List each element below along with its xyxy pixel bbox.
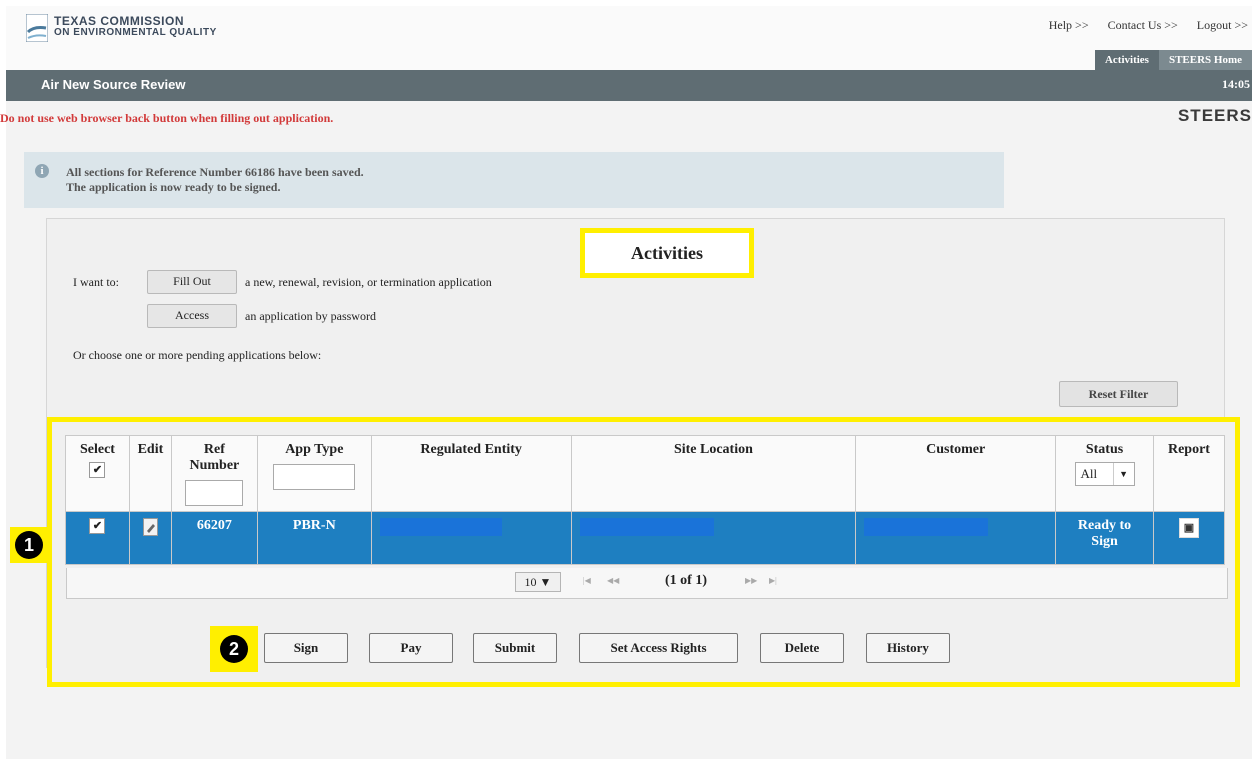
redacted-block bbox=[379, 518, 502, 536]
col-report: Report bbox=[1152, 435, 1226, 512]
col-select: Select ✔ bbox=[65, 435, 130, 512]
col-report-label: Report bbox=[1167, 442, 1210, 457]
callout-1-highlight: 1 bbox=[10, 527, 48, 563]
fill-out-description: a new, renewal, revision, or termination… bbox=[245, 275, 492, 289]
site-header: TEXAS COMMISSION ON ENVIRONMENTAL QUALIT… bbox=[6, 6, 1252, 71]
status-filter-select[interactable]: All ▼ bbox=[1074, 462, 1135, 486]
access-button[interactable]: Access bbox=[147, 304, 237, 328]
page-info: (1 of 1) bbox=[665, 573, 707, 588]
col-edit-label: Edit bbox=[137, 442, 164, 457]
row-status-line2: Sign bbox=[1091, 534, 1118, 549]
row-regulated-entity bbox=[370, 511, 572, 565]
set-access-rights-button[interactable]: Set Access Rights bbox=[579, 633, 738, 663]
activities-heading: Activities bbox=[580, 228, 754, 278]
row-app-type: PBR-N bbox=[256, 511, 372, 565]
reset-filter-button[interactable]: Reset Filter bbox=[1059, 381, 1178, 407]
info-message: i All sections for Reference Number 6618… bbox=[24, 152, 1004, 208]
col-customer-label: Customer bbox=[926, 442, 986, 457]
row-select-cell: ✔ bbox=[65, 511, 130, 565]
tab-steers-home[interactable]: STEERS Home bbox=[1158, 50, 1252, 70]
table-row[interactable]: ✔ 66207 PBR-N Ready to Sign ▣ bbox=[65, 511, 1226, 565]
redacted-block bbox=[864, 518, 989, 536]
col-site-location-label: Site Location bbox=[673, 442, 753, 457]
col-select-label: Select bbox=[79, 442, 115, 457]
status-filter-value: All bbox=[1080, 466, 1098, 481]
clock-time: 14:05 bbox=[1222, 77, 1250, 91]
row-select-checkbox[interactable]: ✔ bbox=[89, 518, 106, 534]
redacted-block bbox=[579, 518, 714, 536]
row-edit-cell bbox=[128, 511, 172, 565]
chevron-down-icon: ▼ bbox=[1112, 463, 1134, 485]
logout-link[interactable]: Logout >> bbox=[1197, 18, 1248, 32]
last-page-icon[interactable]: ▶| bbox=[769, 576, 777, 585]
agency-name-line1: TEXAS COMMISSION bbox=[54, 14, 185, 28]
submit-button[interactable]: Submit bbox=[473, 633, 557, 663]
col-regulated-entity-label: Regulated Entity bbox=[420, 442, 522, 457]
col-ref-number: Ref Number bbox=[170, 435, 258, 512]
contact-us-link[interactable]: Contact Us >> bbox=[1108, 18, 1178, 32]
access-description: an application by password bbox=[245, 309, 376, 323]
main-tabs: Activities STEERS Home bbox=[1087, 50, 1252, 70]
edit-icon[interactable] bbox=[142, 518, 158, 536]
agency-name: TEXAS COMMISSION ON ENVIRONMENTAL QUALIT… bbox=[54, 14, 217, 38]
row-report-cell: ▣ bbox=[1152, 511, 1226, 565]
row-status-line1: Ready to bbox=[1077, 518, 1132, 533]
col-customer: Customer bbox=[855, 435, 1057, 512]
col-regulated-entity: Regulated Entity bbox=[370, 435, 572, 512]
next-page-icon[interactable]: ▶▶ bbox=[745, 576, 757, 585]
table-pager: 10 ▼ |◀ ◀◀ (1 of 1) ▶▶ ▶| bbox=[66, 568, 1228, 599]
col-ref-number-label: Ref Number bbox=[189, 442, 240, 473]
choose-pending-text: Or choose one or more pending applicatio… bbox=[73, 348, 322, 362]
col-edit: Edit bbox=[128, 435, 172, 512]
tceq-logo-icon bbox=[26, 14, 48, 42]
steers-logo: STEERS bbox=[1177, 106, 1252, 125]
select-all-checkbox[interactable]: ✔ bbox=[89, 462, 106, 478]
tab-activities[interactable]: Activities bbox=[1094, 50, 1159, 70]
pay-button[interactable]: Pay bbox=[369, 633, 453, 663]
agency-name-line2: ON ENVIRONMENTAL QUALITY bbox=[54, 27, 217, 38]
col-status-label: Status bbox=[1085, 442, 1124, 457]
row-status: Ready to Sign bbox=[1055, 511, 1154, 565]
callout-number-1: 1 bbox=[15, 531, 43, 559]
applications-table: Select ✔ Edit Ref Number App Type Regula… bbox=[65, 435, 1226, 565]
sign-button[interactable]: Sign bbox=[264, 633, 348, 663]
callout-number-2: 2 bbox=[220, 635, 248, 663]
callout-2-highlight: 2 bbox=[210, 626, 258, 672]
col-app-type-label: App Type bbox=[285, 442, 344, 457]
page-size-select[interactable]: 10 ▼ bbox=[515, 572, 561, 592]
row-site-location bbox=[570, 511, 857, 565]
top-links: Help >> Contact Us >> Logout >> bbox=[1033, 18, 1248, 33]
info-message-line1: All sections for Reference Number 66186 … bbox=[66, 165, 364, 179]
history-button[interactable]: History bbox=[866, 633, 950, 663]
back-button-warning: Do not use web browser back button when … bbox=[0, 111, 334, 125]
help-link[interactable]: Help >> bbox=[1049, 18, 1089, 32]
first-page-icon[interactable]: |◀ bbox=[583, 576, 591, 585]
col-app-type: App Type bbox=[256, 435, 372, 512]
col-status: Status All ▼ bbox=[1055, 435, 1154, 512]
app-type-filter-input[interactable] bbox=[273, 464, 356, 490]
report-icon[interactable]: ▣ bbox=[1178, 518, 1199, 538]
i-want-to-label: I want to: bbox=[73, 275, 119, 289]
info-icon: i bbox=[35, 164, 49, 178]
page-title: Air New Source Review bbox=[41, 77, 186, 92]
ref-number-filter-input[interactable] bbox=[185, 480, 244, 506]
table-header-row: Select ✔ Edit Ref Number App Type Regula… bbox=[65, 435, 1226, 512]
fill-out-button[interactable]: Fill Out bbox=[147, 270, 237, 294]
row-customer bbox=[855, 511, 1057, 565]
info-message-line2: The application is now ready to be signe… bbox=[66, 180, 281, 194]
col-site-location: Site Location bbox=[570, 435, 857, 512]
row-ref-number: 66207 bbox=[170, 511, 258, 565]
previous-page-icon[interactable]: ◀◀ bbox=[607, 576, 619, 585]
delete-button[interactable]: Delete bbox=[760, 633, 844, 663]
title-bar: Air New Source Review 14:05 bbox=[6, 70, 1252, 101]
